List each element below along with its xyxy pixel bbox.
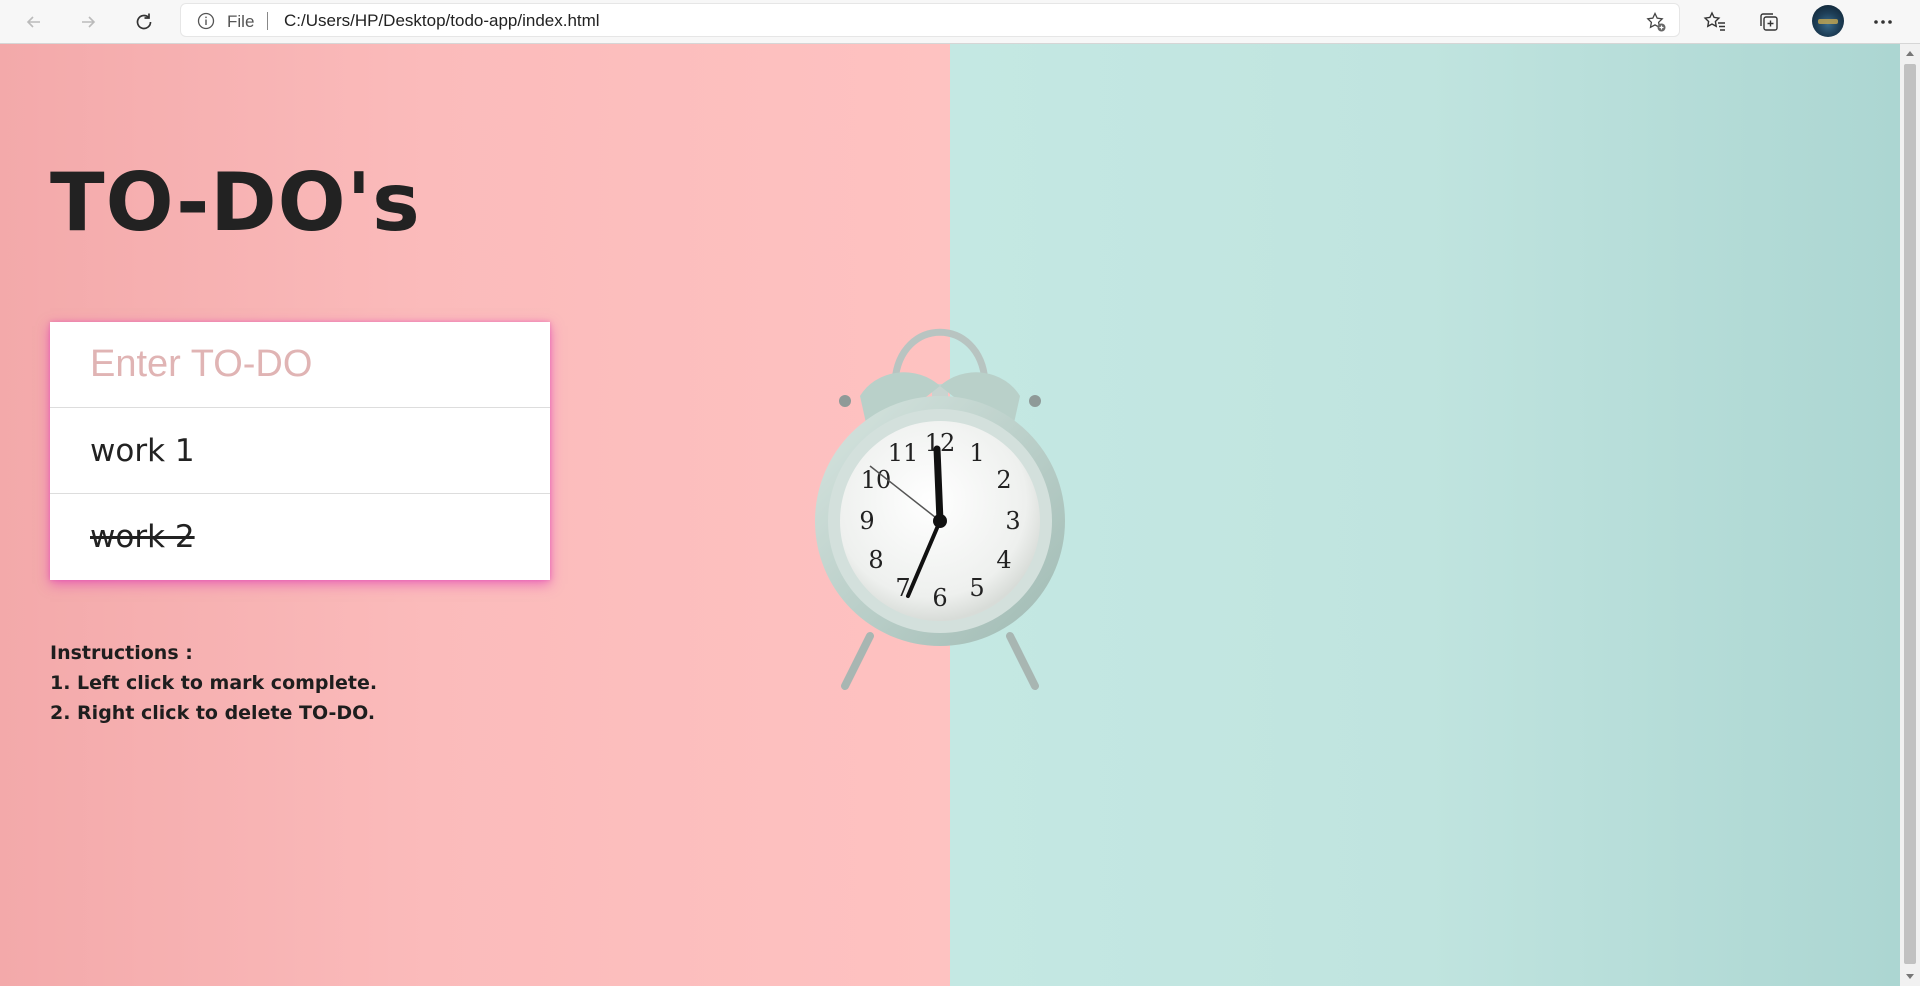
instruction-line: 1. Left click to mark complete. <box>50 672 378 694</box>
page-scrollbar[interactable] <box>1900 44 1920 986</box>
address-prefix: File <box>227 12 255 31</box>
scroll-up-arrow[interactable] <box>1900 44 1920 62</box>
arrow-right-icon <box>82 16 96 28</box>
address-separator <box>267 12 268 30</box>
star-plus-icon[interactable] <box>1645 11 1667 37</box>
instructions-heading: Instructions : <box>50 642 193 664</box>
todo-item[interactable]: work 1 <box>50 408 550 494</box>
svg-text:9: 9 <box>859 507 874 535</box>
collections-button[interactable] <box>1753 6 1785 38</box>
info-icon[interactable] <box>197 12 215 34</box>
svg-text:3: 3 <box>1005 507 1020 535</box>
scroll-thumb[interactable] <box>1904 64 1916 964</box>
svg-text:4: 4 <box>996 546 1011 574</box>
url-text[interactable]: C:/Users/HP/Desktop/todo-app/index.html <box>284 11 600 31</box>
settings-menu-button[interactable] <box>1867 6 1899 38</box>
more-icon <box>1874 20 1892 24</box>
todo-input[interactable] <box>50 322 550 408</box>
svg-text:2: 2 <box>996 466 1011 494</box>
collections-icon <box>1760 13 1778 31</box>
favorites-button[interactable] <box>1699 6 1731 38</box>
todo-card: work 1 work 2 <box>50 322 550 580</box>
todo-item-text: work 2 <box>90 519 195 555</box>
todo-item-completed[interactable]: work 2 <box>50 494 550 580</box>
background-mint <box>950 44 1900 986</box>
arrow-left-icon <box>26 16 40 28</box>
refresh-icon <box>136 13 152 30</box>
profile-avatar[interactable] <box>1812 5 1844 37</box>
page-title: TO-DO's <box>50 156 421 249</box>
alarm-clock-image: 12 1 2 3 4 5 6 7 8 9 10 11 <box>815 328 1065 690</box>
svg-text:11: 11 <box>888 439 919 467</box>
svg-text:6: 6 <box>932 584 947 612</box>
address-bar[interactable]: File C:/Users/HP/Desktop/todo-app/index.… <box>180 3 1680 37</box>
svg-text:5: 5 <box>969 574 984 602</box>
svg-text:1: 1 <box>969 439 984 467</box>
instructions: Instructions : 1. Left click to mark com… <box>50 638 377 728</box>
page-viewport: 12 1 2 3 4 5 6 7 8 9 10 11 TO-DO's work … <box>0 44 1900 986</box>
forward-button[interactable] <box>72 6 104 38</box>
browser-toolbar: File C:/Users/HP/Desktop/todo-app/index.… <box>0 0 1920 44</box>
favorites-icon <box>1703 11 1725 31</box>
scroll-down-arrow[interactable] <box>1900 968 1920 986</box>
refresh-button[interactable] <box>128 6 160 38</box>
todo-item-text: work 1 <box>90 432 195 469</box>
instruction-line: 2. Right click to delete TO-DO. <box>50 702 376 724</box>
back-button[interactable] <box>18 6 50 38</box>
svg-text:8: 8 <box>868 546 883 574</box>
